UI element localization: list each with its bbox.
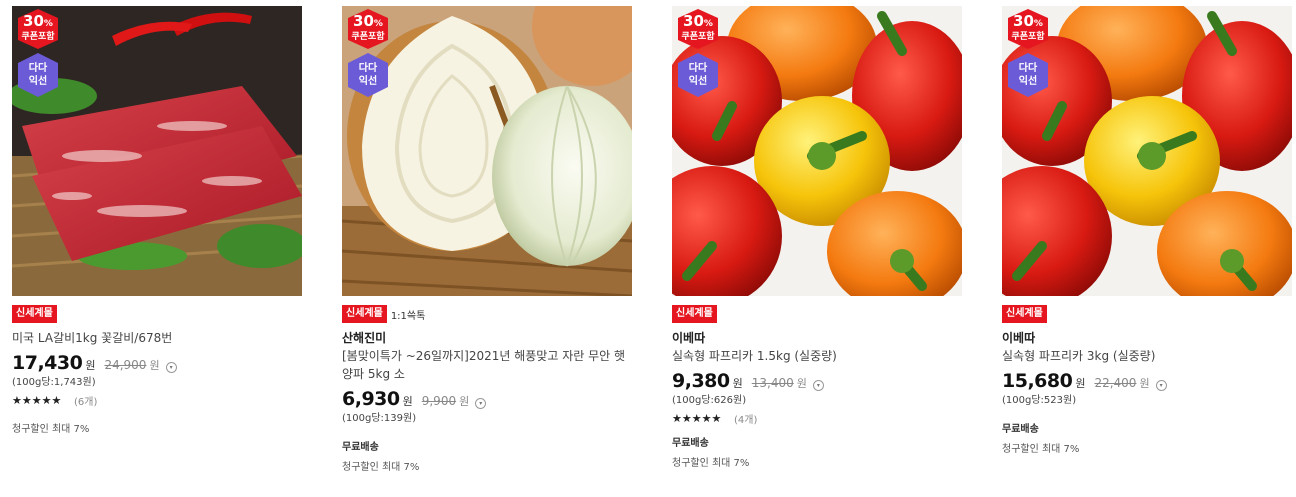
dada-badge: 다다익선 xyxy=(1006,52,1050,98)
coupon-badge: 30% 쿠폰포함 xyxy=(676,8,720,50)
product-image-paprika[interactable]: 30% 쿠폰포함 다다익선 xyxy=(672,6,962,296)
free-shipping-label: 무료배송 xyxy=(672,438,709,449)
coupon-label: 쿠폰포함 xyxy=(351,32,385,42)
product-name[interactable]: 실속형 파프리카 1.5kg (실중량) xyxy=(672,347,962,365)
product-card[interactable]: 30% 쿠폰포함 다다익선 신세계몰 이베따 실속형 파프리카 3kg (실중량… xyxy=(1002,6,1292,455)
coupon-badge: 30% 쿠폰포함 xyxy=(16,8,60,50)
product-name[interactable]: 실속형 파프리카 3kg (실중량) xyxy=(1002,347,1292,365)
product-image-onion[interactable]: 30% 쿠폰포함 다다익선 xyxy=(342,6,632,296)
info-circle-icon[interactable]: ▾ xyxy=(812,380,824,391)
coupon-percent-sign: % xyxy=(373,19,383,29)
card-discount: 청구할인 최대 7% xyxy=(12,424,90,435)
product-name[interactable]: 미국 LA갈비1kg 꽃갈비/678번 xyxy=(12,329,302,347)
sale-price: 9,380 xyxy=(672,370,730,392)
currency: 원 xyxy=(85,359,96,372)
star-icon: ★★★★★ ★★★★★ xyxy=(672,411,722,425)
product-image-paprika[interactable]: 30% 쿠폰포함 다다익선 xyxy=(1002,6,1292,296)
product-card[interactable]: 30% 쿠폰포함 다다익선 신세계몰 이베따 실속형 파프리카 1.5kg (실… xyxy=(672,6,962,469)
dada-line1: 다다 xyxy=(28,63,48,74)
product-image-beef[interactable]: 30% 쿠폰포함 다다익선 xyxy=(12,6,302,296)
product-card[interactable]: 30% 쿠폰포함 다다익선 신세계몰 미국 LA갈비1kg 꽃갈비/678번 1… xyxy=(12,6,302,435)
currency: 원 xyxy=(402,395,413,408)
unit-price: (100g당:626원) xyxy=(672,395,747,406)
unit-price: (100g당:523원) xyxy=(1002,395,1077,406)
dada-line1: 다다 xyxy=(1018,63,1038,74)
rating: ★★★★★ ★★★★★ (6개) xyxy=(12,393,302,408)
brand-name[interactable]: 이베따 xyxy=(1002,330,1292,346)
coupon-label: 쿠폰포함 xyxy=(21,32,55,42)
product-name[interactable]: [봄맞이특가 ~26일까지]2021년 해풍맞고 자란 무안 햇양파 5kg 소 xyxy=(342,347,632,383)
card-discount: 청구할인 최대 7% xyxy=(672,458,750,469)
info-circle-icon[interactable]: ▾ xyxy=(1155,380,1167,391)
info-circle-icon[interactable]: ▾ xyxy=(475,398,487,409)
original-price: 24,900 xyxy=(104,358,147,372)
star-icon: ★★★★★ ★★★★★ xyxy=(12,393,62,407)
original-price: 22,400 xyxy=(1094,376,1137,390)
rating: ★★★★★ ★★★★★ (4개) xyxy=(672,411,962,426)
coupon-label: 쿠폰포함 xyxy=(681,32,715,42)
unit-price: (100g당:139원) xyxy=(342,413,417,424)
review-count[interactable]: (4개) xyxy=(734,411,757,426)
dada-line2: 익선 xyxy=(358,76,378,87)
currency: 원 xyxy=(459,395,470,408)
shinsegae-mall-tag: 신세계몰 xyxy=(672,305,717,323)
shinsegae-mall-tag: 신세계몰 xyxy=(12,305,57,323)
currency: 원 xyxy=(732,377,743,390)
price-row: 6,930 원 9,900 원 ▾ xyxy=(342,388,632,410)
coupon-percent: 30 xyxy=(353,12,374,30)
currency: 원 xyxy=(1139,377,1150,390)
dada-line1: 다다 xyxy=(688,63,708,74)
card-discount: 청구할인 최대 7% xyxy=(1002,444,1080,455)
chat-tag: 1:1쓱톡 xyxy=(390,310,426,322)
price-row: 17,430 원 24,900 원 ▾ xyxy=(12,352,302,374)
price-row: 15,680 원 22,400 원 ▾ xyxy=(1002,370,1292,392)
shinsegae-mall-tag: 신세계몰 xyxy=(342,305,387,323)
dada-line2: 익선 xyxy=(1018,76,1038,87)
coupon-percent: 30 xyxy=(23,12,44,30)
dada-badge: 다다익선 xyxy=(676,52,720,98)
dada-badge: 다다익선 xyxy=(16,52,60,98)
coupon-percent: 30 xyxy=(683,12,704,30)
price-row: 9,380 원 13,400 원 ▾ xyxy=(672,370,962,392)
currency: 원 xyxy=(1075,377,1086,390)
coupon-percent-sign: % xyxy=(703,19,713,29)
original-price: 9,900 xyxy=(421,394,457,408)
coupon-badge: 30% 쿠폰포함 xyxy=(1006,8,1050,50)
shinsegae-mall-tag: 신세계몰 xyxy=(1002,305,1047,323)
unit-price: (100g당:1,743원) xyxy=(12,377,96,388)
coupon-badge: 30% 쿠폰포함 xyxy=(346,8,390,50)
currency: 원 xyxy=(149,359,160,372)
dada-line1: 다다 xyxy=(358,63,378,74)
review-count[interactable]: (6개) xyxy=(74,393,97,408)
dada-line2: 익선 xyxy=(688,76,708,87)
sale-price: 15,680 xyxy=(1002,370,1073,392)
coupon-percent: 30 xyxy=(1013,12,1034,30)
original-price: 13,400 xyxy=(751,376,794,390)
sale-price: 17,430 xyxy=(12,352,83,374)
card-discount: 청구할인 최대 7% xyxy=(342,462,420,473)
dada-line2: 익선 xyxy=(28,76,48,87)
coupon-percent-sign: % xyxy=(43,19,53,29)
product-card[interactable]: 30% 쿠폰포함 다다익선 신세계몰 1:1쓱톡 산해진미 [봄맞이특가 ~26… xyxy=(342,6,632,473)
brand-name[interactable]: 산해진미 xyxy=(342,330,632,346)
info-circle-icon[interactable]: ▾ xyxy=(165,362,177,373)
currency: 원 xyxy=(796,377,807,390)
dada-badge: 다다익선 xyxy=(346,52,390,98)
brand-name[interactable]: 이베따 xyxy=(672,330,962,346)
free-shipping-label: 무료배송 xyxy=(1002,424,1039,435)
coupon-percent-sign: % xyxy=(1033,19,1043,29)
coupon-label: 쿠폰포함 xyxy=(1011,32,1045,42)
sale-price: 6,930 xyxy=(342,388,400,410)
free-shipping-label: 무료배송 xyxy=(342,442,379,453)
